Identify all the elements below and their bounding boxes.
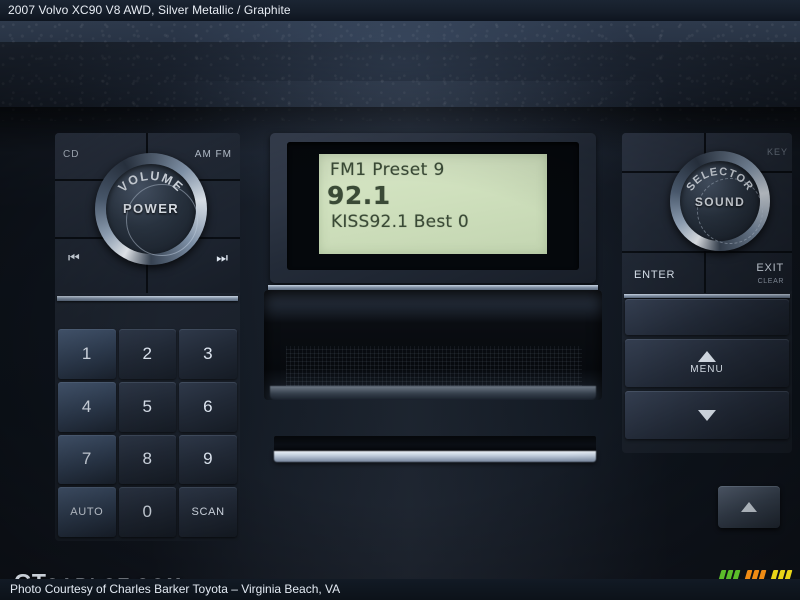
keypad-key-6[interactable]: 6 bbox=[179, 381, 237, 432]
keypad-key-label: 6 bbox=[203, 396, 214, 416]
selector-sound-knob[interactable]: SELECTOR SOUND bbox=[670, 151, 770, 251]
page-title: 2007 Volvo XC90 V8 AWD, Silver Metallic … bbox=[8, 3, 291, 17]
storage-cubby bbox=[264, 290, 602, 400]
eject-button[interactable] bbox=[718, 486, 780, 528]
keypad-key-auto[interactable]: AUTO bbox=[58, 487, 116, 537]
power-label: POWER bbox=[122, 201, 180, 216]
keypad-key-label: 1 bbox=[81, 343, 92, 363]
radio-center-stack: FM1 Preset 9 92.1 KISS92.1 Best 0 bbox=[258, 133, 608, 553]
cd-slot-area[interactable] bbox=[258, 418, 608, 488]
volume-power-knob[interactable]: VOLUME POWER bbox=[95, 153, 207, 265]
color-bar bbox=[768, 570, 779, 579]
chrome-trim-strip bbox=[624, 294, 790, 298]
color-bar-group-0 bbox=[716, 570, 741, 579]
display-line-station-name: KISS92.1 Best 0 bbox=[331, 212, 469, 232]
color-bar-group-2 bbox=[768, 570, 793, 579]
display-line-band-preset: FM1 Preset 9 bbox=[330, 160, 445, 180]
panel-seam bbox=[622, 251, 792, 253]
next-track-icon[interactable]: ⏭ bbox=[216, 250, 228, 266]
cubby-chrome-lip bbox=[270, 386, 596, 400]
lcd-bezel: FM1 Preset 9 92.1 KISS92.1 Best 0 bbox=[287, 142, 579, 270]
sound-label: SOUND bbox=[694, 195, 746, 209]
keypad-key-label: SCAN bbox=[191, 506, 225, 519]
selector-knob-housing: KEY SELECTOR SOUND ENTER EXIT CLEAR bbox=[622, 133, 792, 293]
keypad-key-label: 5 bbox=[142, 396, 153, 416]
keypad-key-label: 9 bbox=[203, 449, 214, 469]
screenshot-root: 2007 Volvo XC90 V8 AWD, Silver Metallic … bbox=[0, 0, 800, 600]
keypad-key-4[interactable]: 4 bbox=[58, 381, 116, 432]
previous-track-icon[interactable]: ⏮ bbox=[68, 250, 80, 266]
keypad-key-label: 0 bbox=[142, 502, 153, 522]
keypad-key-9[interactable]: 9 bbox=[179, 434, 237, 485]
keypad-key-2[interactable]: 2 bbox=[118, 329, 177, 379]
eject-icon bbox=[741, 502, 757, 512]
cd-slot-chrome-lip bbox=[274, 451, 596, 462]
display-line-frequency: 92.1 bbox=[327, 181, 391, 210]
menu-up-button[interactable]: MENU bbox=[625, 339, 789, 387]
keypad-key-scan[interactable]: SCAN bbox=[179, 487, 237, 537]
color-bar bbox=[716, 570, 727, 579]
blank-button[interactable] bbox=[625, 299, 789, 335]
color-bar-group-1 bbox=[742, 570, 767, 579]
dashboard-texture bbox=[0, 21, 800, 121]
keypad-key-label: 3 bbox=[203, 343, 214, 363]
radio-preset-keypad: 1 2 3 4 5 6 7 8 9 AUTO 0 SCAN bbox=[58, 329, 237, 537]
keypad-key-5[interactable]: 5 bbox=[118, 381, 177, 432]
keypad-key-label: 7 bbox=[81, 449, 92, 469]
color-bar bbox=[742, 570, 753, 579]
brand-color-bars bbox=[716, 570, 793, 579]
keypad-key-label: 2 bbox=[142, 343, 153, 363]
keypad-key-3[interactable]: 3 bbox=[179, 329, 237, 379]
cubby-mesh-texture bbox=[286, 346, 582, 386]
selector-knob-ring bbox=[697, 178, 763, 244]
watermark-gt: GT bbox=[14, 569, 46, 579]
radio-right-control-panel: KEY SELECTOR SOUND ENTER EXIT CLEAR MENU bbox=[622, 133, 792, 453]
radio-left-control-panel: CD AM FM VOLUME POWER ⏮ ⏭ 1 2 3 4 5 6 7 … bbox=[55, 133, 240, 541]
enter-button-label[interactable]: ENTER bbox=[634, 269, 675, 281]
site-watermark: GTCARLOT.COM bbox=[14, 569, 183, 579]
arrow-up-icon bbox=[698, 351, 716, 362]
cd-slot[interactable] bbox=[274, 436, 596, 452]
vehicle-photo: CD AM FM VOLUME POWER ⏮ ⏭ 1 2 3 4 5 6 7 … bbox=[0, 21, 800, 579]
cd-source-label[interactable]: CD bbox=[63, 149, 79, 160]
header-bar: 2007 Volvo XC90 V8 AWD, Silver Metallic … bbox=[0, 0, 800, 21]
volume-knob-housing: CD AM FM VOLUME POWER ⏮ ⏭ bbox=[55, 133, 240, 293]
exit-button-label[interactable]: EXIT bbox=[756, 262, 784, 274]
volume-knob-ring bbox=[126, 184, 198, 256]
panel-seam bbox=[704, 251, 706, 293]
keypad-key-label: 4 bbox=[81, 396, 92, 416]
am-fm-source-label[interactable]: AM FM bbox=[195, 149, 232, 160]
menu-down-button[interactable] bbox=[625, 391, 789, 439]
keypad-key-label: 8 bbox=[142, 449, 153, 469]
keypad-key-label: AUTO bbox=[70, 506, 104, 519]
keypad-key-0[interactable]: 0 bbox=[118, 487, 177, 537]
key-label: KEY bbox=[766, 147, 788, 157]
keypad-key-1[interactable]: 1 bbox=[58, 329, 116, 379]
chrome-trim-strip bbox=[57, 296, 238, 301]
photo-credit: Photo Courtesy of Charles Barker Toyota … bbox=[10, 582, 341, 596]
footer-bar: Photo Courtesy of Charles Barker Toyota … bbox=[0, 579, 800, 600]
menu-label: MENU bbox=[690, 364, 724, 375]
radio-display-screen: FM1 Preset 9 92.1 KISS92.1 Best 0 bbox=[319, 154, 547, 254]
lcd-housing: FM1 Preset 9 92.1 KISS92.1 Best 0 bbox=[270, 133, 596, 283]
clear-button-label[interactable]: CLEAR bbox=[758, 278, 784, 285]
keypad-key-8[interactable]: 8 bbox=[118, 434, 177, 485]
keypad-key-7[interactable]: 7 bbox=[58, 434, 116, 485]
arrow-down-icon bbox=[698, 409, 716, 421]
